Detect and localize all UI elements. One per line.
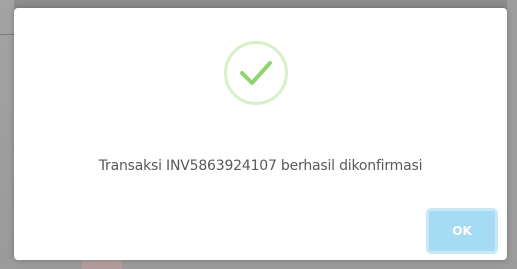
background-accent: [82, 260, 122, 269]
background-right-panel: [507, 0, 517, 269]
confirmation-dialog: Transaksi INV5863924107 berhasil dikonfi…: [14, 8, 507, 260]
background-divider: [0, 34, 14, 35]
checkmark-icon: [240, 61, 272, 85]
background-bottom-panel: [0, 259, 517, 269]
confirmation-message: Transaksi INV5863924107 berhasil dikonfi…: [98, 158, 423, 174]
background-left-panel: [0, 0, 14, 269]
ok-button[interactable]: OK: [426, 208, 498, 254]
success-check-icon: [224, 41, 288, 105]
